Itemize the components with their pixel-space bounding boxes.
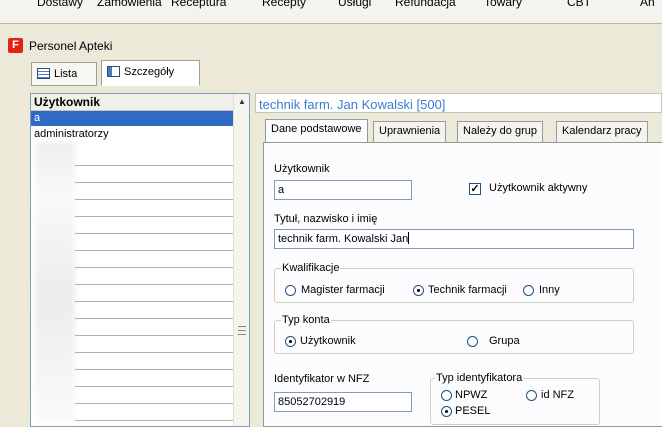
details-icon bbox=[107, 66, 120, 77]
radio-inny[interactable] bbox=[523, 285, 534, 296]
tab-uprawnienia[interactable]: Uprawnienia bbox=[373, 121, 447, 142]
radio-npwz[interactable] bbox=[441, 390, 452, 401]
radio-id-nfz[interactable] bbox=[526, 390, 537, 401]
blurred-user-names bbox=[35, 142, 75, 422]
detail-header: technik farm. Jan Kowalski [500] bbox=[259, 97, 446, 112]
view-tab-lista[interactable]: Lista bbox=[31, 62, 97, 86]
text-cursor bbox=[408, 232, 410, 244]
title-field[interactable]: technik farm. Kowalski Jan bbox=[274, 229, 634, 249]
qualification-group: Kwalifikacje Magister farmacji Technik f… bbox=[274, 262, 634, 303]
menu-zamowienia[interactable]: Zamówienia bbox=[97, 0, 162, 9]
user-list-scrollbar[interactable]: ▲ bbox=[233, 94, 249, 426]
list-separator bbox=[75, 216, 235, 217]
view-tab-szczegoly-label: Szczegóły bbox=[124, 66, 175, 78]
detail-header-bar: technik farm. Jan Kowalski [500] bbox=[255, 93, 662, 113]
title-value: technik farm. Kowalski Jan bbox=[278, 233, 409, 245]
app-icon: F bbox=[8, 38, 23, 53]
qualification-legend: Kwalifikacje bbox=[281, 262, 341, 274]
list-separator bbox=[75, 301, 235, 302]
radio-inny-label: Inny bbox=[539, 284, 560, 296]
tab-kalendarz-pracy[interactable]: Kalendarz pracy bbox=[556, 121, 648, 142]
active-checkbox[interactable]: ✓ bbox=[469, 183, 481, 195]
list-separator bbox=[75, 318, 235, 319]
menu-dostawy[interactable]: Dostawy bbox=[37, 0, 83, 9]
nfz-label: Identyfikator w NFZ bbox=[274, 373, 370, 385]
user-field[interactable]: a bbox=[274, 180, 412, 200]
list-separator bbox=[75, 250, 235, 251]
radio-magister-label: Magister farmacji bbox=[301, 284, 385, 296]
radio-uzytkownik-label: Użytkownik bbox=[300, 335, 356, 347]
scroll-up-icon[interactable]: ▲ bbox=[234, 94, 250, 110]
user-label: Użytkownik bbox=[274, 163, 330, 175]
window-title: Personel Apteki bbox=[29, 39, 113, 53]
radio-uzytkownik[interactable] bbox=[285, 336, 296, 347]
view-tab-szczegoly[interactable]: Szczegóły bbox=[101, 60, 200, 86]
user-list-header[interactable]: Użytkownik bbox=[31, 94, 235, 111]
list-separator bbox=[75, 199, 235, 200]
list-separator bbox=[75, 284, 235, 285]
detail-panel: technik farm. Jan Kowalski [500] Dane po… bbox=[255, 93, 662, 427]
account-type-legend: Typ konta bbox=[281, 314, 331, 326]
radio-technik[interactable] bbox=[413, 285, 424, 296]
tab-nalezy-do-grup[interactable]: Należy do grup bbox=[457, 121, 543, 142]
menu-cbt[interactable]: CBT bbox=[567, 0, 591, 9]
menu-recepty[interactable]: Recepty bbox=[262, 0, 306, 9]
radio-id-nfz-label: id NFZ bbox=[541, 389, 574, 401]
account-type-group: Typ konta Użytkownik Grupa bbox=[274, 314, 634, 354]
list-separator bbox=[75, 352, 235, 353]
tab-dane-podstawowe[interactable]: Dane podstawowe bbox=[265, 119, 368, 143]
user-list-row-administratorzy[interactable]: administratorzy bbox=[31, 127, 235, 142]
window-title-bar: F Personel Apteki bbox=[0, 36, 662, 58]
radio-pesel[interactable] bbox=[441, 406, 452, 417]
list-separator bbox=[75, 267, 235, 268]
list-separator bbox=[75, 335, 235, 336]
menubar: Dostawy Zamówienia Receptura Recepty Usł… bbox=[0, 0, 662, 24]
list-separator bbox=[75, 369, 235, 370]
menu-towary[interactable]: Towary bbox=[484, 0, 522, 9]
menu-receptura[interactable]: Receptura bbox=[171, 0, 226, 9]
id-type-legend: Typ identyfikatora bbox=[435, 372, 524, 384]
radio-grupa[interactable] bbox=[467, 336, 478, 347]
id-type-group: Typ identyfikatora NPWZ id NFZ PESEL bbox=[430, 372, 600, 425]
list-separator bbox=[75, 420, 235, 421]
list-separator bbox=[75, 182, 235, 183]
title-label: Tytuł, nazwisko i imię bbox=[274, 213, 378, 225]
nfz-field[interactable]: 85052702919 bbox=[274, 392, 412, 412]
list-separator bbox=[75, 386, 235, 387]
active-label: Użytkownik aktywny bbox=[489, 182, 588, 194]
user-list[interactable]: Użytkownik a administratorzy ▲ bbox=[30, 93, 250, 427]
radio-pesel-label: PESEL bbox=[455, 405, 491, 417]
menu-uslugi[interactable]: Usługi bbox=[338, 0, 371, 9]
view-tab-lista-label: Lista bbox=[54, 68, 78, 80]
radio-technik-label: Technik farmacji bbox=[428, 284, 507, 296]
scroll-grip-icon[interactable] bbox=[238, 326, 246, 335]
list-separator bbox=[75, 403, 235, 404]
list-separator bbox=[75, 233, 235, 234]
list-icon bbox=[37, 68, 50, 79]
user-list-row-a[interactable]: a bbox=[31, 111, 235, 126]
radio-npwz-label: NPWZ bbox=[455, 389, 488, 401]
tab-body: Użytkownik a ✓ Użytkownik aktywny Tytuł,… bbox=[263, 142, 662, 427]
list-separator bbox=[75, 165, 235, 166]
menu-refundacja[interactable]: Refundacja bbox=[395, 0, 456, 9]
menu-an[interactable]: An bbox=[640, 0, 655, 9]
radio-magister[interactable] bbox=[285, 285, 296, 296]
radio-grupa-label: Grupa bbox=[489, 335, 520, 347]
